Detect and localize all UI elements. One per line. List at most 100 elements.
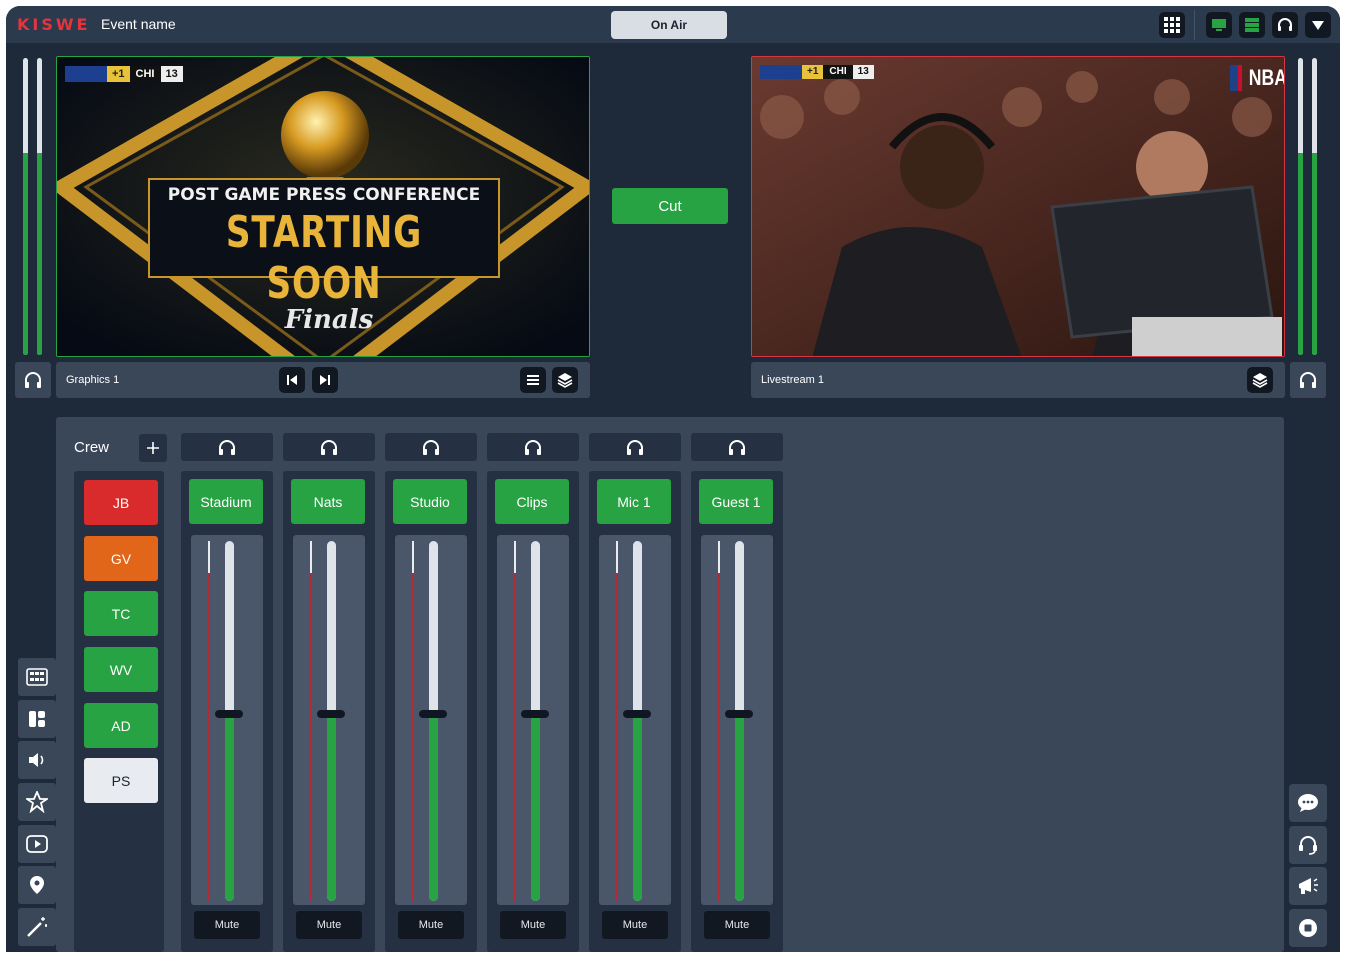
headphones-preview-button[interactable]: [15, 362, 51, 398]
peak-meter: [310, 541, 312, 901]
header-bar: KISWE Event name On Air: [6, 6, 1340, 43]
headphones-icon: [729, 440, 745, 455]
server-icon[interactable]: [1239, 12, 1265, 38]
headphones-program-button[interactable]: [1290, 362, 1326, 398]
chat-button[interactable]: [1289, 784, 1327, 822]
monitor-icon[interactable]: [1206, 12, 1232, 38]
fader-knob[interactable]: [725, 710, 753, 718]
crew-member-wv[interactable]: WV: [84, 647, 158, 692]
add-crew-button[interactable]: [139, 434, 167, 462]
speaker-button[interactable]: [18, 741, 56, 779]
channel-name-button[interactable]: Studio: [393, 479, 467, 524]
channel-strip-clips: Clips Mute: [487, 471, 579, 952]
channel-listen-stadium[interactable]: [181, 433, 273, 461]
mute-button[interactable]: Mute: [398, 911, 464, 939]
channel-listen-mic-1[interactable]: [589, 433, 681, 461]
peak-meter: [616, 541, 618, 901]
menu-icon: [527, 375, 539, 385]
channel-fader[interactable]: [497, 535, 569, 905]
layout-button[interactable]: [18, 700, 56, 738]
layers-button[interactable]: [1247, 367, 1273, 393]
fader-track[interactable]: [735, 541, 744, 901]
channel-listen-guest-1[interactable]: [691, 433, 783, 461]
fader-track[interactable]: [531, 541, 540, 901]
play-icon: [26, 835, 48, 853]
magic-wand-button[interactable]: [18, 908, 56, 946]
chat-icon: [1298, 794, 1318, 812]
preview-video[interactable]: +1 CHI 13 POST GAME PRESS CONFERENCE STA…: [56, 56, 590, 357]
channel-fader[interactable]: [395, 535, 467, 905]
audio-meter-right-b: [1312, 58, 1317, 355]
channel-listen-clips[interactable]: [487, 433, 579, 461]
chevron-down-icon[interactable]: [1305, 12, 1331, 38]
multiview-button[interactable]: [18, 658, 56, 696]
crew-member-tc[interactable]: TC: [84, 591, 158, 636]
crew-member-gv[interactable]: GV: [84, 536, 158, 581]
scorebug: +1 CHI 13: [760, 65, 874, 79]
channel-fader[interactable]: [293, 535, 365, 905]
star-icon: [26, 791, 48, 813]
location-button[interactable]: [18, 866, 56, 904]
record-button[interactable]: [1289, 909, 1327, 947]
cut-button[interactable]: Cut: [612, 188, 728, 224]
channel-strip-mic-1: Mic 1 Mute: [589, 471, 681, 952]
skip-forward-icon: [320, 375, 330, 385]
channel-listen-studio[interactable]: [385, 433, 477, 461]
fader-knob[interactable]: [317, 710, 345, 718]
program-control-bar: Livestream 1: [751, 362, 1285, 398]
headphones-icon: [321, 440, 337, 455]
app-window: KISWE Event name On Air +1 CHI 13 POST G…: [6, 6, 1340, 952]
fader-track[interactable]: [429, 541, 438, 901]
speaker-icon: [29, 753, 44, 767]
crew-member-jb[interactable]: JB: [84, 480, 158, 525]
channel-fader[interactable]: [599, 535, 671, 905]
channel-name-button[interactable]: Mic 1: [597, 479, 671, 524]
program-source-label[interactable]: Livestream 1: [761, 374, 824, 386]
channel-name-button[interactable]: Stadium: [189, 479, 263, 524]
layers-icon: [1252, 373, 1268, 388]
channel-fader[interactable]: [701, 535, 773, 905]
on-air-button[interactable]: On Air: [611, 11, 727, 39]
skip-forward-button[interactable]: [312, 367, 338, 393]
channel-fader[interactable]: [191, 535, 263, 905]
headset-icon[interactable]: [1272, 12, 1298, 38]
mute-button[interactable]: Mute: [500, 911, 566, 939]
menu-button[interactable]: [520, 367, 546, 393]
fader-knob[interactable]: [623, 710, 651, 718]
scorebug-team: CHI: [129, 66, 161, 82]
scorebug-badge: +1: [802, 65, 824, 79]
event-name[interactable]: Event name: [101, 16, 176, 32]
scorebug-score: 13: [160, 66, 183, 82]
program-video[interactable]: +1 CHI 13 NBA: [751, 56, 1285, 357]
fader-knob[interactable]: [419, 710, 447, 718]
scorebug-badge: +1: [107, 66, 130, 82]
fader-track[interactable]: [327, 541, 336, 901]
channel-listen-nats[interactable]: [283, 433, 375, 461]
peak-meter: [718, 541, 720, 901]
channel-name-button[interactable]: Nats: [291, 479, 365, 524]
fader-knob[interactable]: [521, 710, 549, 718]
mute-button[interactable]: Mute: [704, 911, 770, 939]
layers-button[interactable]: [552, 367, 578, 393]
skip-back-button[interactable]: [279, 367, 305, 393]
intercom-button[interactable]: [1289, 826, 1327, 864]
play-button[interactable]: [18, 825, 56, 863]
crew-member-ps[interactable]: PS: [84, 758, 158, 803]
crew-member-ad[interactable]: AD: [84, 703, 158, 748]
fader-track[interactable]: [225, 541, 234, 901]
favorites-button[interactable]: [18, 783, 56, 821]
channel-name-button[interactable]: Guest 1: [699, 479, 773, 524]
channel-name-button[interactable]: Clips: [495, 479, 569, 524]
mute-button[interactable]: Mute: [602, 911, 668, 939]
grid-icon[interactable]: [1159, 12, 1185, 38]
peak-meter: [208, 541, 210, 901]
fader-knob[interactable]: [215, 710, 243, 718]
headphones-icon: [25, 372, 41, 388]
fader-track[interactable]: [633, 541, 642, 901]
preview-source-label[interactable]: Graphics 1: [66, 374, 119, 386]
mute-button[interactable]: Mute: [296, 911, 362, 939]
announce-button[interactable]: [1289, 867, 1327, 905]
megaphone-icon: [1299, 878, 1318, 894]
mute-button[interactable]: Mute: [194, 911, 260, 939]
scorebug-team: CHI: [823, 65, 853, 79]
